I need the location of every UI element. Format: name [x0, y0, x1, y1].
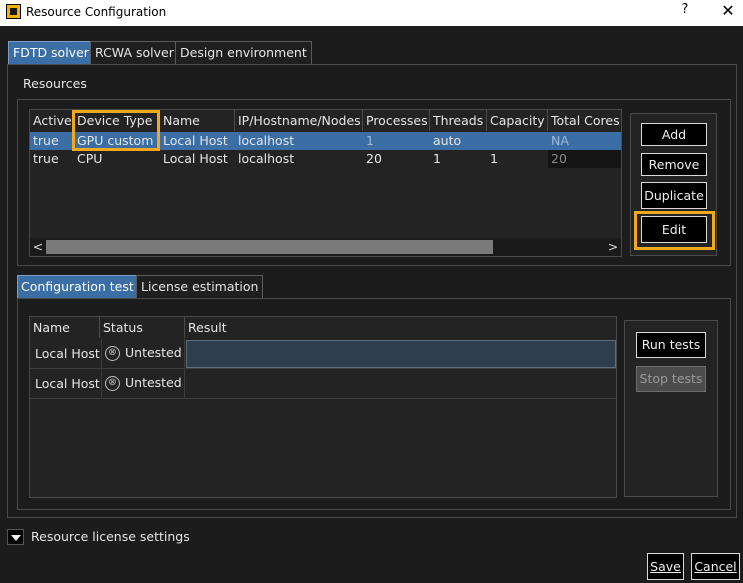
table-row[interactable]: true CPU Local Host localhost 20 1 1 20 [30, 150, 621, 168]
untested-status-icon: ⊗ [105, 346, 120, 361]
save-button[interactable]: Save [647, 553, 684, 580]
add-button[interactable]: Add [641, 123, 707, 146]
tab-license-estimation[interactable]: License estimation [136, 275, 264, 299]
cell-capacity: 1 [490, 151, 498, 166]
resources-label: Resources [23, 76, 87, 91]
expand-toggle[interactable] [7, 529, 24, 545]
tab-rcwa-solver[interactable]: RCWA solver [90, 41, 179, 65]
cell-result [186, 340, 616, 368]
cell-threads: 1 [433, 151, 441, 166]
column-header-active[interactable]: Active [30, 110, 74, 131]
tab-fdtd-solver[interactable]: FDTD solver [8, 41, 94, 65]
cell-threads: auto [433, 133, 462, 148]
table-row[interactable]: Local Host ⊗ Untested [30, 339, 616, 369]
column-header-status[interactable]: Status [100, 317, 185, 338]
column-header-threads[interactable]: Threads [430, 110, 487, 131]
table-row[interactable]: Local Host ⊗ Untested [30, 369, 616, 399]
scroll-left-arrow-icon[interactable]: < [32, 238, 44, 256]
device-type-highlight [72, 110, 160, 151]
status-text: Untested [125, 375, 182, 390]
cell-name: Local Host [163, 133, 228, 148]
window-title: Resource Configuration [26, 5, 167, 19]
chevron-down-icon [11, 535, 21, 541]
tab-configuration-test[interactable]: Configuration test [17, 275, 138, 299]
column-header-host[interactable]: IP/Hostname/Nodes [235, 110, 363, 131]
cell-processes: 1 [366, 133, 374, 148]
close-button[interactable]: ✕ [718, 1, 738, 23]
column-header-result[interactable]: Result [185, 317, 616, 338]
horizontal-scrollbar[interactable]: < > [30, 238, 621, 256]
cell-active: true [33, 133, 59, 148]
cell-host: localhost [238, 133, 295, 148]
cell-total-cores: NA [551, 133, 569, 148]
cell-device-type: CPU [77, 151, 103, 166]
stop-tests-button[interactable]: Stop tests [636, 366, 706, 392]
column-header-capacity[interactable]: Capacity [487, 110, 548, 131]
status-text: Untested [125, 345, 182, 360]
scrollbar-thumb[interactable] [46, 240, 493, 254]
scroll-right-arrow-icon[interactable]: > [607, 238, 619, 256]
tab-design-environment[interactable]: Design environment [175, 41, 312, 65]
column-header-processes[interactable]: Processes [363, 110, 430, 131]
cell-capacity [487, 132, 490, 150]
cell-result [186, 370, 616, 398]
cell-name: Local Host [35, 376, 100, 391]
run-tests-button[interactable]: Run tests [636, 332, 706, 358]
column-header-name[interactable]: Name [160, 110, 235, 131]
license-settings-label[interactable]: Resource license settings [31, 529, 190, 544]
untested-status-icon: ⊗ [105, 376, 120, 391]
column-header-name[interactable]: Name [30, 317, 100, 338]
configuration-test-table: Name Status Result Local Host ⊗ Untested … [29, 316, 617, 498]
cell-processes: 20 [366, 151, 382, 166]
duplicate-button[interactable]: Duplicate [641, 182, 707, 209]
cell-name: Local Host [163, 151, 228, 166]
cell-status: ⊗ Untested [101, 369, 185, 399]
column-header-total-cores[interactable]: Total Cores [548, 110, 621, 131]
cancel-button[interactable]: Cancel [691, 553, 740, 580]
cell-name: Local Host [35, 346, 100, 361]
remove-button[interactable]: Remove [641, 153, 707, 176]
cell-total-cores: 20 [548, 150, 621, 168]
cell-status: ⊗ Untested [101, 339, 185, 369]
help-button[interactable]: ? [675, 2, 695, 22]
app-logo-icon [6, 4, 21, 19]
cell-host: localhost [238, 151, 295, 166]
cell-active: true [33, 151, 59, 166]
edit-button[interactable]: Edit [641, 216, 707, 243]
